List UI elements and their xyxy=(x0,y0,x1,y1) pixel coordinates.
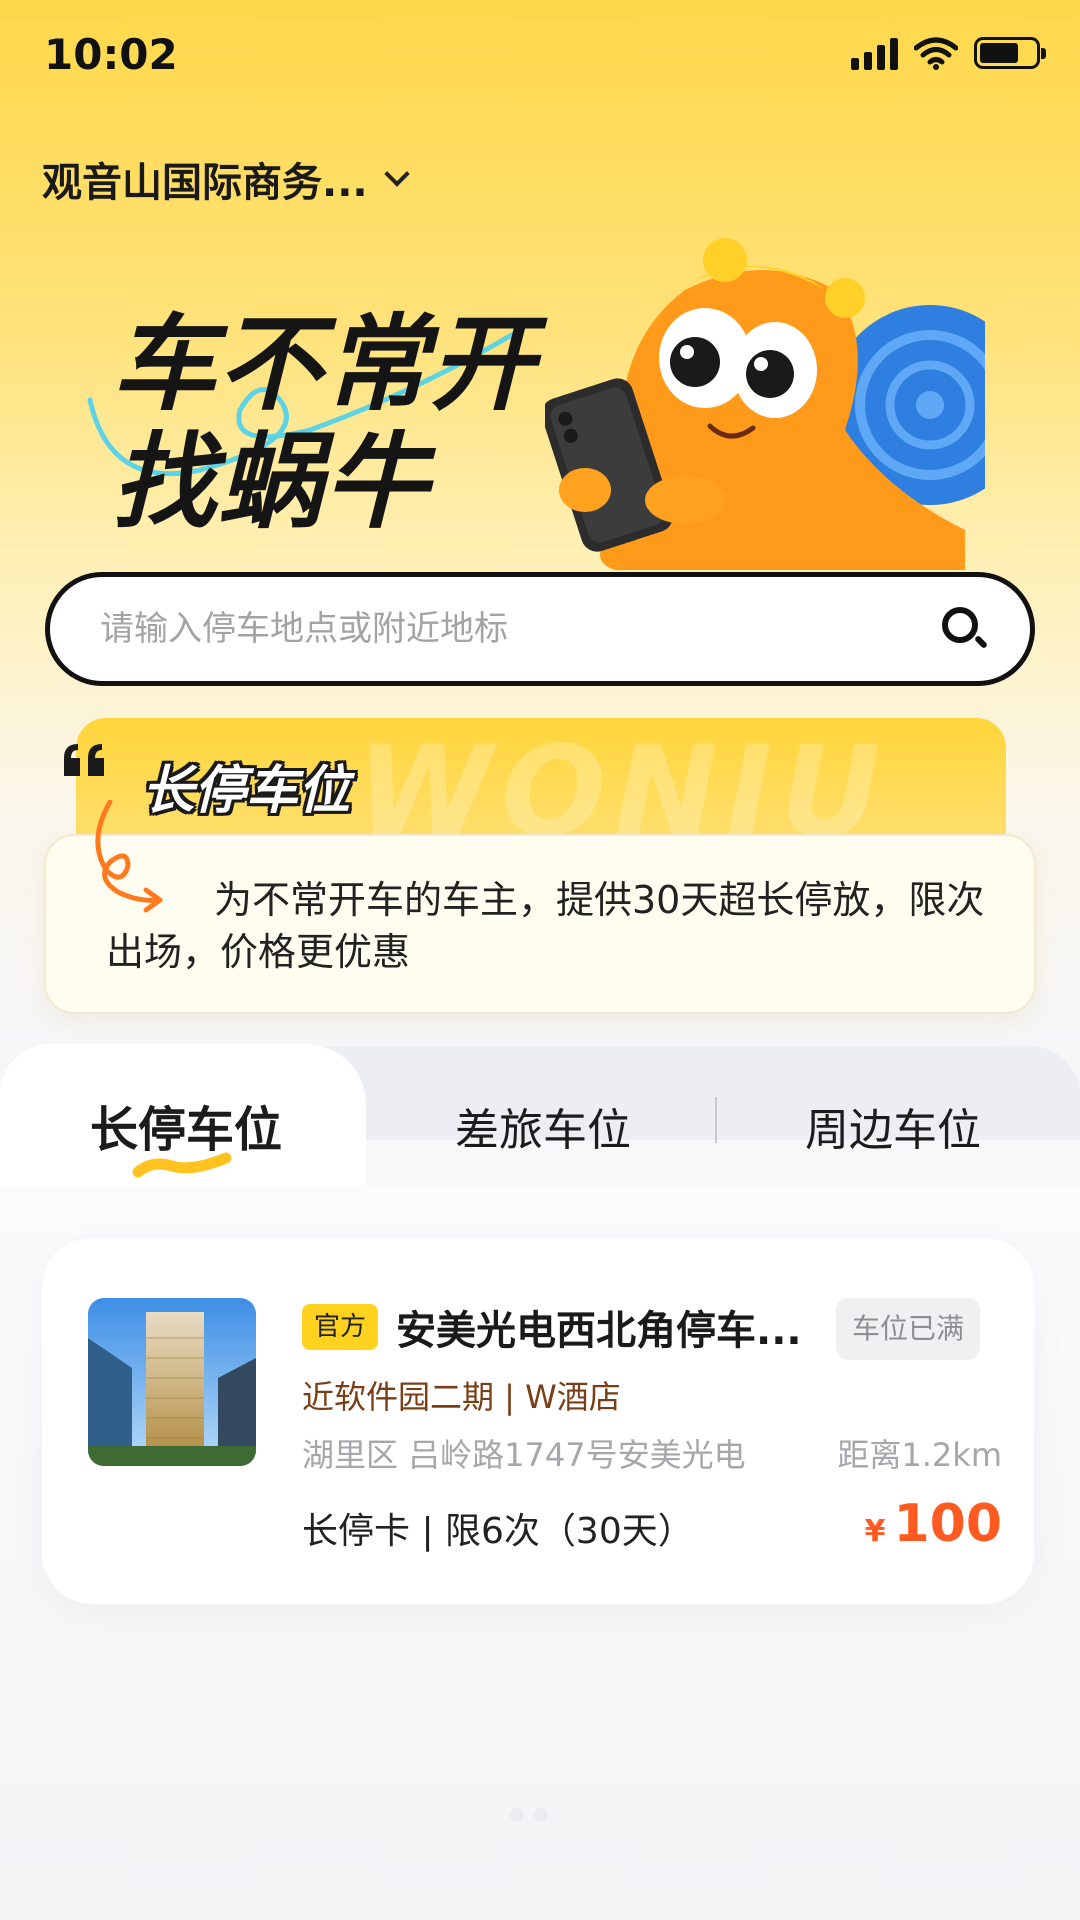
status-time: 10:02 xyxy=(44,30,178,79)
signal-icon xyxy=(851,36,898,70)
wifi-icon xyxy=(914,37,958,70)
parking-lot-distance: 距离1.2km xyxy=(837,1436,1002,1474)
search-icon[interactable] xyxy=(938,603,990,655)
parking-lot-landmark: 近软件园二期 | W酒店 xyxy=(302,1378,621,1416)
hero-line-1: 车不常开 xyxy=(112,303,537,425)
battery-icon xyxy=(974,37,1046,69)
availability-status: 车位已满 xyxy=(836,1298,981,1360)
search-bar[interactable] xyxy=(45,572,1035,686)
snail-mascot xyxy=(545,238,985,570)
hero-line-2: 找蜗牛 xyxy=(112,421,431,543)
parking-lot-thumbnail xyxy=(88,1298,256,1466)
parking-lot-card[interactable]: 官方 安美光电西北角停车... 车位已满 近软件园二期 | W酒店 湖里区 吕岭… xyxy=(42,1238,1034,1604)
parking-lot-title: 安美光电西北角停车... xyxy=(396,1308,802,1354)
page-indicator xyxy=(510,1808,548,1822)
page: 10:02 观音山国际商务... 车不常开 找蜗牛 请输入停车地点或附近地标 W… xyxy=(0,0,1080,1920)
chevron-down-icon xyxy=(383,161,410,187)
curl-arrow-icon xyxy=(95,800,163,913)
official-badge: 官方 xyxy=(302,1304,379,1350)
quote-icon xyxy=(64,744,104,776)
active-tab-indicator xyxy=(132,1152,232,1178)
price: ¥ 100 xyxy=(865,1494,1002,1554)
parking-plan: 长停卡 | 限6次（30天） xyxy=(302,1511,694,1552)
status-icons xyxy=(851,36,1046,70)
hero-slogan: 车不常开 找蜗牛 xyxy=(112,305,536,541)
tab-travel-parking[interactable]: 差旅车位 xyxy=(455,1094,631,1158)
location-selector[interactable]: 观音山国际商务... xyxy=(42,150,410,208)
parking-lot-address: 湖里区 吕岭路1747号安美光电 xyxy=(302,1436,746,1474)
promo-description-card: 为不常开车的车主，提供30天超长停放，限次出场，价格更优惠 xyxy=(44,834,1036,1014)
search-input[interactable] xyxy=(100,609,938,649)
price-currency: ¥ xyxy=(864,1514,886,1549)
promo-title: 长停车位 xyxy=(142,761,351,821)
tab-divider xyxy=(715,1097,717,1143)
tab-nearby-parking[interactable]: 周边车位 xyxy=(805,1094,981,1158)
promo-description: 为不常开车的车主，提供30天超长停放，限次出场，价格更优惠 xyxy=(106,878,985,974)
price-value: 100 xyxy=(893,1494,1002,1554)
location-label: 观音山国际商务... xyxy=(42,160,368,206)
